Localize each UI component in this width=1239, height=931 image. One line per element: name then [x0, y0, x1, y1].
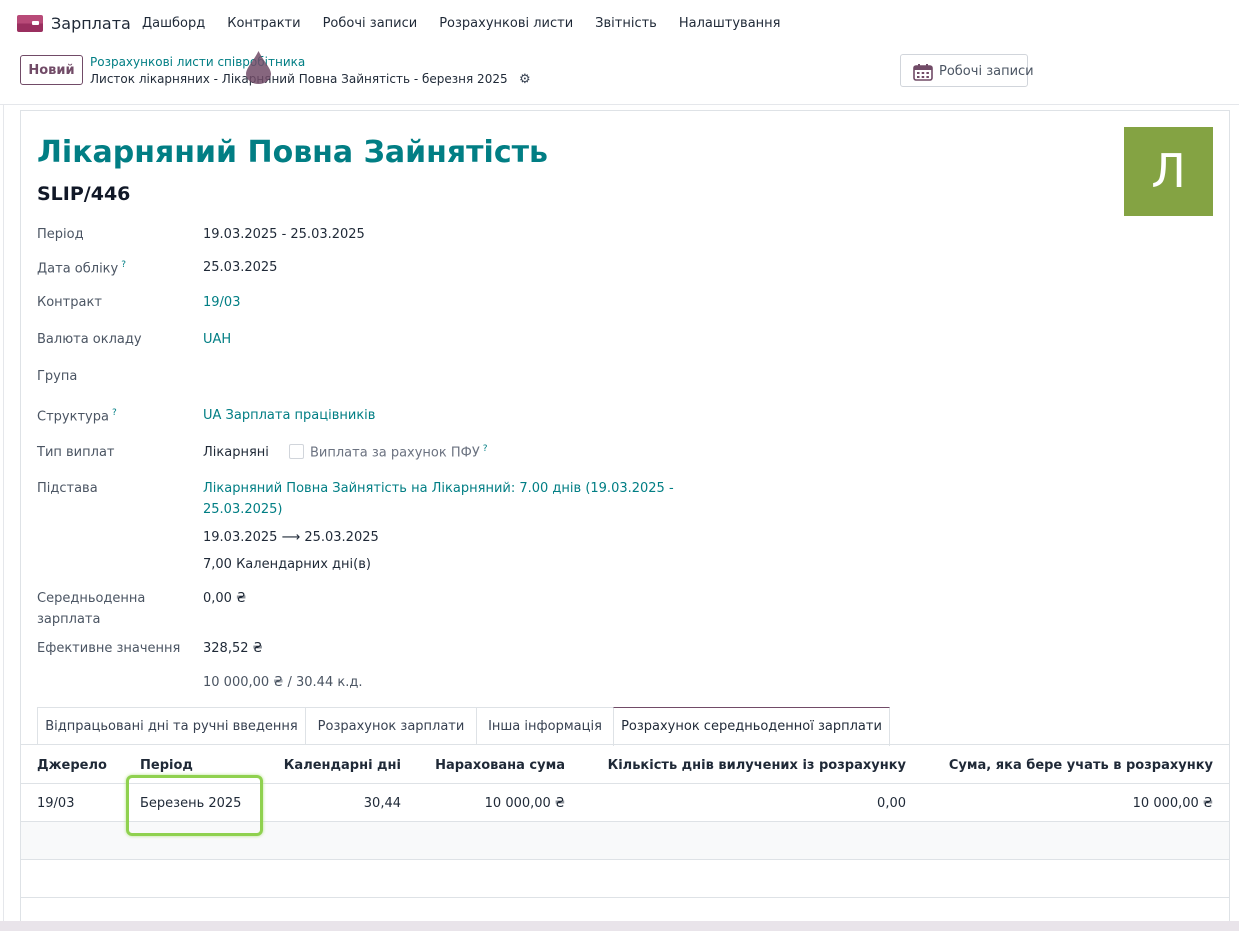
breadcrumb-current: Листок лікарняних - Лікарняний Повна Зай…: [90, 72, 508, 86]
menu-dashboard[interactable]: Дашборд: [142, 16, 205, 31]
tab-average-salary[interactable]: Розрахунок середньоденної зарплати: [613, 707, 890, 746]
gear-icon[interactable]: ⚙: [519, 72, 531, 87]
menu-settings[interactable]: Налаштування: [679, 16, 781, 31]
basis-link-line1[interactable]: Лікарняний Повна Зайнятість на Лікарняни…: [203, 481, 674, 496]
menu-reporting[interactable]: Звітність: [595, 16, 657, 31]
accounting-date-label: Дата обліку?: [37, 260, 127, 277]
period-label: Період: [37, 227, 84, 242]
col-header-period[interactable]: Період: [140, 758, 193, 773]
effective-value: 328,52 ₴: [203, 641, 263, 656]
pfu-checkbox[interactable]: [289, 444, 304, 459]
contract-label: Контракт: [37, 295, 102, 310]
table-row-divider: [20, 859, 1230, 860]
pfu-checkbox-label: Виплата за рахунок ПФУ?: [310, 444, 488, 461]
table-row-divider: [20, 897, 1230, 898]
payslip-reference: SLIP/446: [37, 183, 131, 205]
basis-date-range: 19.03.2025 ⟶ 25.03.2025: [203, 530, 379, 545]
cursor-drop-icon: [246, 51, 271, 84]
col-header-calendar-days[interactable]: Календарні дні: [251, 758, 401, 773]
effective-formula: 10 000,00 ₴ / 30.44 к.д.: [203, 675, 363, 690]
help-icon: ?: [482, 444, 488, 454]
effective-label: Ефективне значення: [37, 641, 181, 656]
avg-salary-label-line1: Середньоденна: [37, 591, 146, 606]
contract-link[interactable]: 19/03: [203, 295, 240, 310]
basis-link-line2[interactable]: 25.03.2025): [203, 502, 283, 517]
tab-worked-days[interactable]: Відпрацьовані дні та ручні введення: [37, 707, 306, 745]
cell-participating-sum[interactable]: 10 000,00 ₴: [913, 796, 1213, 811]
tabs-divider: [20, 744, 1230, 745]
top-navbar: Зарплата Дашборд Контракти Робочі записи…: [0, 0, 1239, 46]
basis-days: 7,00 Календарних дні(в): [203, 557, 371, 572]
breadcrumb-parent[interactable]: Розрахункові листи співробітника: [90, 55, 305, 69]
tab-salary-computation[interactable]: Розрахунок зарплати: [305, 707, 477, 745]
annotation-highlight-box: [126, 775, 263, 836]
os-taskbar: [0, 921, 1239, 931]
app-name[interactable]: Зарплата: [51, 14, 131, 33]
new-button[interactable]: Новий: [20, 55, 83, 85]
structure-label: Структура?: [37, 408, 117, 425]
calendar-icon: [913, 64, 933, 81]
avg-salary-label-line2: зарплата: [37, 612, 101, 627]
work-entries-button[interactable]: Робочі записи: [900, 54, 1034, 87]
help-icon: ?: [111, 408, 117, 418]
menu-contracts[interactable]: Контракти: [227, 16, 300, 31]
col-header-participating-sum[interactable]: Сума, яка бере учать в розрахунку: [913, 758, 1213, 773]
control-panel: Новий Розрахункові листи співробітника Л…: [0, 46, 1239, 105]
cell-excluded-days[interactable]: 0,00: [570, 796, 906, 811]
period-value[interactable]: 19.03.2025 - 25.03.2025: [203, 227, 365, 242]
payment-type-value[interactable]: Лікарняні: [203, 445, 269, 460]
col-header-accrued-amount[interactable]: Нарахована сума: [405, 758, 565, 773]
cell-source[interactable]: 19/03: [37, 796, 74, 811]
menu-work-entries[interactable]: Робочі записи: [323, 16, 418, 31]
left-divider: [3, 104, 4, 931]
menu-payslips[interactable]: Розрахункові листи: [439, 16, 573, 31]
payroll-app-icon[interactable]: [17, 15, 43, 32]
help-icon: ?: [121, 260, 127, 270]
employee-avatar[interactable]: Л: [1124, 127, 1213, 216]
work-entries-label: Робочі записи: [939, 64, 1034, 79]
cell-accrued-amount[interactable]: 10 000,00 ₴: [405, 796, 565, 811]
group-label: Група: [37, 369, 78, 384]
avg-salary-value: 0,00 ₴: [203, 591, 247, 606]
payment-type-label: Тип виплат: [37, 445, 115, 460]
col-header-excluded-days[interactable]: Кількість днів вилучених із розрахунку: [570, 758, 906, 773]
main-menu: Дашборд Контракти Робочі записи Розрахун…: [142, 16, 803, 31]
accounting-date-value[interactable]: 25.03.2025: [203, 260, 277, 275]
currency-label: Валюта окладу: [37, 332, 142, 347]
payslip-title: Лікарняний Повна Зайнятість: [37, 135, 548, 170]
structure-link[interactable]: UA Зарплата працівників: [203, 408, 375, 423]
col-header-source[interactable]: Джерело: [37, 758, 107, 773]
cell-calendar-days[interactable]: 30,44: [251, 796, 401, 811]
basis-label: Підстава: [37, 481, 98, 496]
currency-link[interactable]: UAH: [203, 332, 231, 347]
tab-other-info[interactable]: Інша інформація: [476, 707, 614, 745]
